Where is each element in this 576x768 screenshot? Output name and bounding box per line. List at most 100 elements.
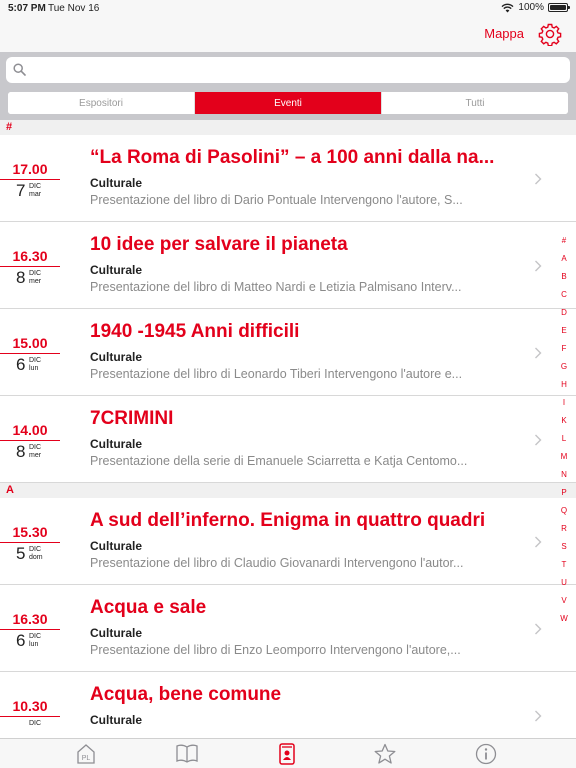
event-month: DIC [29,357,42,364]
chevron-right-icon [535,260,542,272]
event-description: Presentazione del libro di Claudio Giova… [90,556,464,570]
event-weekday: lun [29,641,39,648]
segment-eventi[interactable]: Eventi [195,92,382,114]
index-letter[interactable]: T [562,556,567,574]
search-input[interactable] [32,57,562,83]
status-date: Tue Nov 16 [48,3,100,14]
event-description: Presentazione del libro di Enzo Leomporr… [90,643,461,657]
event-category: Culturale [90,539,143,553]
battery-percent: 100% [518,2,544,13]
event-row[interactable]: 17.00 7 DIC mar “La Roma di Pasolini” – … [0,135,576,222]
search-icon [13,63,26,76]
index-letter[interactable]: # [562,232,566,250]
event-category: Culturale [90,263,143,277]
time-divider [0,629,60,630]
event-title: 10 idee per salvare il pianeta [90,234,348,255]
status-right: 100% [501,2,570,13]
index-letter[interactable]: L [562,430,566,448]
time-divider [0,440,60,441]
index-letter[interactable]: C [561,286,567,304]
event-datetime: 16.30 6 DIC lun [0,585,60,671]
event-datetime: 17.00 7 DIC mar [0,135,60,221]
index-letter[interactable]: R [561,520,567,538]
event-title: 1940 -1945 Anni difficili [90,321,300,342]
event-row[interactable]: 15.30 5 DIC dom A sud dell’inferno. Enig… [0,498,576,585]
contact-card-icon[interactable] [275,743,299,765]
segment-espositori[interactable]: Espositori [8,92,195,114]
event-day: 8 [16,442,26,461]
event-title: 7CRIMINI [90,408,174,429]
index-letter[interactable]: N [561,466,567,484]
map-button[interactable]: Mappa [484,26,524,41]
segment-tutti[interactable]: Tutti [382,92,568,114]
index-letter[interactable]: K [561,412,566,430]
index-letter[interactable]: D [561,304,567,322]
event-title: A sud dell’inferno. Enigma in quattro qu… [90,510,486,531]
event-title: Acqua e sale [90,597,207,618]
event-day: 8 [16,268,26,287]
event-month: DIC [29,444,42,451]
index-letter[interactable]: B [561,268,566,286]
event-category: Culturale [90,626,143,640]
index-letter[interactable]: F [562,340,567,358]
status-time: 5:07 PM [8,3,46,14]
status-bar: 5:07 PM Tue Nov 16 100% [0,0,576,16]
event-weekday: mar [29,191,42,198]
event-month: DIC [29,270,42,277]
section-header-hash: # [0,120,576,135]
event-row[interactable]: 16.30 8 DIC mer 10 idee per salvare il p… [0,222,576,309]
event-weekday: dom [29,554,43,561]
star-icon[interactable] [373,743,397,765]
event-day: 6 [16,631,26,650]
event-row[interactable]: 16.30 6 DIC lun Acqua e sale Culturale P… [0,585,576,672]
event-month: DIC [29,546,42,553]
event-time: 10.30 [12,698,48,714]
index-letter[interactable]: Q [561,502,567,520]
event-category: Culturale [90,437,143,451]
time-divider [0,542,60,543]
event-day: 7 [16,181,26,200]
index-letter[interactable]: A [561,250,566,268]
pl-logo-text: PL [82,755,91,762]
event-time: 16.30 [12,611,48,627]
index-letter[interactable]: W [560,610,568,628]
event-datetime: 15.30 5 DIC dom [0,498,60,584]
section-header-a: A [0,483,576,498]
search-area: Espositori Eventi Tutti [0,52,576,120]
event-row[interactable]: 14.00 8 DIC mer 7CRIMINI Culturale Prese… [0,396,576,483]
event-row[interactable]: 10.30 DIC Acqua, bene comune Culturale [0,672,576,738]
index-letter[interactable]: E [561,322,566,340]
event-time: 16.30 [12,248,48,264]
chevron-right-icon [535,623,542,635]
event-day: 6 [16,355,26,374]
time-divider [0,179,60,180]
event-description: Presentazione del libro di Dario Pontual… [90,193,463,207]
event-description: Presentazione del libro di Matteo Nardi … [90,280,462,294]
book-icon[interactable] [175,743,199,765]
index-letter[interactable]: V [561,592,566,610]
event-datetime: 16.30 8 DIC mer [0,222,60,308]
chevron-right-icon [535,434,542,446]
pl-logo-icon[interactable]: PL [74,743,98,765]
event-description: Presentazione del libro di Leonardo Tibe… [90,367,463,381]
section-index[interactable]: # A B C D E F G H I K L M N P Q R S T U V W [558,232,570,628]
index-letter[interactable]: P [561,484,566,502]
index-letter[interactable]: M [561,448,568,466]
gear-icon[interactable] [538,22,562,46]
event-row[interactable]: 15.00 6 DIC lun 1940 -1945 Anni difficil… [0,309,576,396]
index-letter[interactable]: I [563,394,565,412]
event-category: Culturale [90,176,143,190]
event-weekday: mer [29,278,42,285]
index-letter[interactable]: S [561,538,566,556]
events-list[interactable]: # 17.00 7 DIC mar “La Roma di Pasolini” … [0,120,576,738]
chevron-right-icon [535,536,542,548]
event-weekday: mer [29,452,42,459]
index-letter[interactable]: H [561,376,567,394]
event-datetime: 14.00 8 DIC mer [0,396,60,482]
info-icon[interactable] [474,743,498,765]
event-category: Culturale [90,713,143,727]
tab-bar: PL [0,738,576,768]
index-letter[interactable]: G [561,358,567,376]
index-letter[interactable]: U [561,574,567,592]
search-bar[interactable] [6,57,570,83]
